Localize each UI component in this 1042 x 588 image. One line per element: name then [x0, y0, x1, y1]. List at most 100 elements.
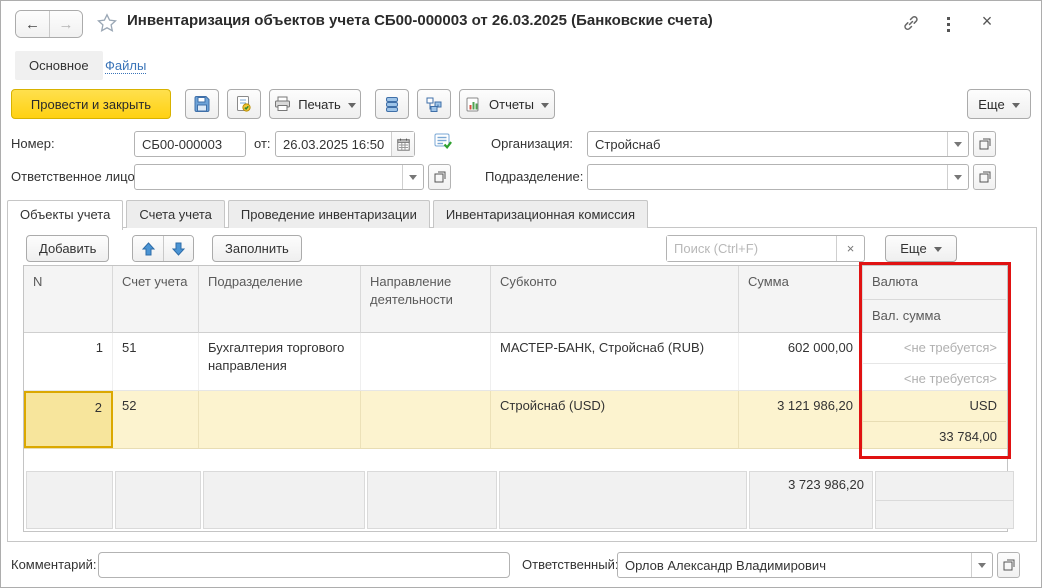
more-top-caret-icon	[1012, 103, 1020, 108]
report-icon	[465, 96, 482, 113]
arrow-up-icon	[142, 242, 155, 256]
number-field[interactable]	[134, 131, 246, 157]
post-and-close-label: Провести и закрыть	[31, 97, 151, 112]
kebab-menu-icon[interactable]	[939, 14, 957, 34]
organization-input[interactable]	[588, 132, 947, 156]
reports-button[interactable]: Отчеты	[459, 89, 555, 119]
back-button[interactable]: ←	[16, 11, 49, 37]
print-button[interactable]: Печать	[269, 89, 361, 119]
search-field[interactable]: ×	[666, 235, 865, 262]
cell-n-selected[interactable]: 2	[24, 391, 113, 448]
cell-subconto[interactable]: Стройснаб (USD)	[491, 391, 739, 448]
organization-dropdown-icon[interactable]	[947, 132, 968, 156]
cell-direction[interactable]	[361, 391, 491, 448]
department-input[interactable]	[588, 165, 947, 189]
responsible-input[interactable]	[618, 553, 971, 577]
add-row-label: Добавить	[39, 241, 96, 256]
number-input[interactable]	[135, 132, 245, 156]
total-department-cell	[203, 471, 365, 529]
post-document-button[interactable]	[227, 89, 261, 119]
document-structure-button[interactable]	[417, 89, 451, 119]
tab-commission[interactable]: Инвентаризационная комиссия	[433, 200, 648, 228]
organization-field[interactable]	[587, 131, 969, 157]
objects-panel: Добавить Заполнить × Еще N Счет учета По…	[7, 227, 1037, 542]
print-label: Печать	[298, 97, 341, 112]
cell-currency[interactable]: USD	[863, 391, 1006, 422]
cell-currency-amount[interactable]: <не требуется>	[863, 364, 1006, 390]
cell-amount[interactable]: 602 000,00	[739, 333, 863, 390]
col-header-n[interactable]: N	[24, 266, 113, 333]
fill-button[interactable]: Заполнить	[212, 235, 302, 262]
tab-accounts[interactable]: Счета учета	[126, 200, 225, 228]
responsible-person-input[interactable]	[135, 165, 402, 189]
search-input[interactable]	[667, 236, 836, 261]
responsible-person-dropdown-icon[interactable]	[402, 165, 423, 189]
table-row-selected[interactable]: 2 52 Стройснаб (USD) 3 121 986,20 USD 33…	[24, 391, 1007, 449]
add-row-button[interactable]: Добавить	[26, 235, 109, 262]
col-header-amount[interactable]: Сумма	[739, 266, 863, 333]
close-icon[interactable]: ×	[975, 9, 999, 33]
navigation-tabs: Основное Файлы	[1, 47, 1041, 84]
more-top-label: Еще	[978, 97, 1004, 112]
cell-n[interactable]: 1	[24, 333, 113, 390]
tab-objects[interactable]: Объекты учета	[7, 200, 123, 230]
move-row-up-button[interactable]	[133, 236, 163, 261]
responsible-person-field[interactable]	[134, 164, 424, 190]
cell-currency-amount[interactable]: 33 784,00	[863, 422, 1006, 448]
history-nav-group: ← →	[15, 10, 83, 38]
col-header-account[interactable]: Счет учета	[113, 266, 199, 333]
forward-button[interactable]: →	[49, 11, 82, 37]
comment-field[interactable]	[98, 552, 510, 578]
col-header-direction[interactable]: Направление деятельности	[361, 266, 491, 333]
cell-direction[interactable]	[361, 333, 491, 390]
register-records-button[interactable]	[375, 89, 409, 119]
total-amount-cell: 3 723 986,20	[749, 471, 873, 529]
more-button-table[interactable]: Еще	[885, 235, 957, 262]
page-title: Инвентаризация объектов учета СБ00-00000…	[127, 12, 713, 29]
search-clear-icon[interactable]: ×	[836, 236, 864, 261]
table-row[interactable]: 1 51 Бухгалтерия торгового направления М…	[24, 333, 1007, 391]
department-dropdown-icon[interactable]	[947, 165, 968, 189]
total-currency-cell	[875, 471, 1014, 529]
comment-label: Комментарий:	[11, 552, 97, 578]
cell-department[interactable]	[199, 391, 361, 448]
date-input[interactable]	[276, 132, 391, 156]
comment-input[interactable]	[99, 553, 509, 577]
objects-table: N Счет учета Подразделение Направление д…	[23, 265, 1008, 532]
cell-currency-stack: USD 33 784,00	[863, 391, 1006, 448]
tab-inventory-run[interactable]: Проведение инвентаризации	[228, 200, 430, 228]
cell-account[interactable]: 51	[113, 333, 199, 390]
number-label: Номер:	[11, 131, 55, 157]
cell-department[interactable]: Бухгалтерия торгового направления	[199, 333, 361, 390]
table-header-row: N Счет учета Подразделение Направление д…	[24, 266, 1007, 333]
date-field[interactable]	[275, 131, 415, 157]
responsible-dropdown-icon[interactable]	[971, 553, 992, 577]
favorite-star-icon[interactable]	[97, 13, 117, 33]
save-icon	[193, 95, 211, 113]
responsible-open-button[interactable]	[997, 552, 1020, 578]
total-n-cell	[26, 471, 113, 529]
cell-currency[interactable]: <не требуется>	[863, 333, 1006, 364]
col-header-currency[interactable]: Валюта	[863, 266, 1006, 300]
reports-label: Отчеты	[489, 97, 534, 112]
cell-amount[interactable]: 3 121 986,20	[739, 391, 863, 448]
col-header-currency-amount[interactable]: Вал. сумма	[863, 300, 1006, 333]
post-and-close-button[interactable]: Провести и закрыть	[11, 89, 171, 119]
save-button[interactable]	[185, 89, 219, 119]
more-button-top[interactable]: Еще	[967, 89, 1031, 119]
tab-files[interactable]: Файлы	[105, 58, 146, 74]
responsible-field[interactable]	[617, 552, 993, 578]
department-field[interactable]	[587, 164, 969, 190]
department-open-button[interactable]	[973, 164, 996, 190]
cell-account[interactable]: 52	[113, 391, 199, 448]
tab-main[interactable]: Основное	[15, 51, 103, 80]
header-fields: Номер: от: Организация: Ответственное ли…	[1, 128, 1041, 198]
move-row-down-button[interactable]	[163, 236, 193, 261]
get-link-icon[interactable]	[901, 13, 921, 33]
col-header-subconto[interactable]: Субконто	[491, 266, 739, 333]
responsible-person-open-button[interactable]	[428, 164, 451, 190]
cell-subconto[interactable]: МАСТЕР-БАНК, Стройснаб (RUB)	[491, 333, 739, 390]
calendar-icon[interactable]	[391, 132, 414, 156]
col-header-department[interactable]: Подразделение	[199, 266, 361, 333]
organization-open-button[interactable]	[973, 131, 996, 157]
